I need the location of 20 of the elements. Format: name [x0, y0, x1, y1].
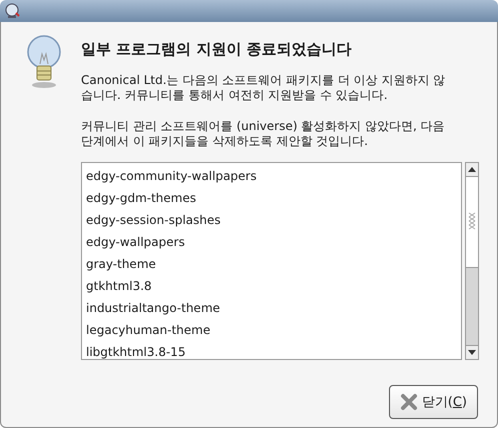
- up-arrow-icon[interactable]: [468, 167, 476, 172]
- message-text: 커뮤니티 관리 소프트웨어를 (universe) 활성화하지 않았다면, 다음 단계에서 이 패키지들을 삭제하도록 제안할 것입니다.: [81, 119, 446, 149]
- package-item[interactable]: gtkhtml3.8: [82, 275, 461, 297]
- package-item[interactable]: libgtkhtml3.8-15: [82, 341, 461, 359]
- grip-icon: [468, 212, 476, 232]
- app-icon[interactable]: [4, 3, 20, 19]
- down-arrow-icon[interactable]: [468, 350, 476, 355]
- package-item[interactable]: edgy-gdm-themes: [82, 187, 461, 209]
- package-item[interactable]: gray-theme: [82, 253, 461, 275]
- scrollbar[interactable]: [465, 162, 479, 360]
- package-item[interactable]: edgy-wallpapers: [82, 231, 461, 253]
- close-icon: [400, 393, 418, 411]
- message-text: Canonical Ltd.는 다음의 소프트웨어 패키지를 더 이상 지원하지 않습니다. 커뮤니티를 통해서 여전히 지원받을 수 있습니다.: [81, 73, 446, 103]
- close-button[interactable]: 닫기(C): [388, 385, 478, 419]
- package-item[interactable]: industrialtango-theme: [82, 297, 461, 319]
- lightbulb-icon: [25, 34, 63, 90]
- dialog-heading: 일부 프로그램의 지원이 종료되었습니다: [81, 40, 353, 59]
- package-item[interactable]: legacyhuman-theme: [82, 319, 461, 341]
- package-item[interactable]: edgy-community-wallpapers: [82, 165, 461, 187]
- package-item[interactable]: edgy-session-splashes: [82, 209, 461, 231]
